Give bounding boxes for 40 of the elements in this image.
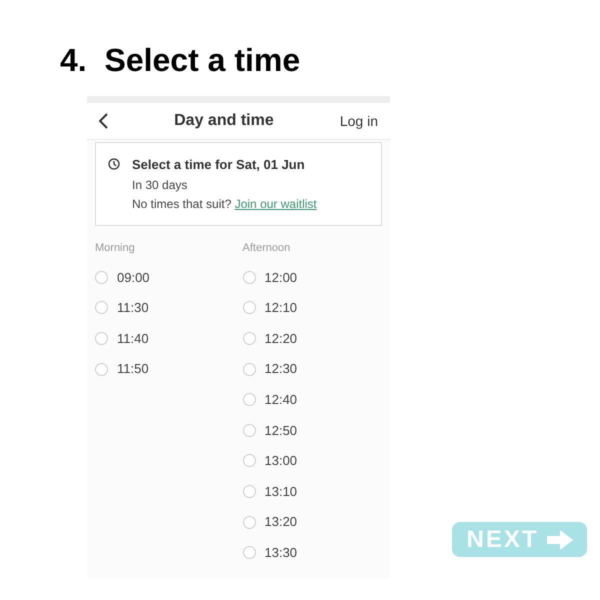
radio-button[interactable] bbox=[95, 362, 108, 376]
time-label: 12:40 bbox=[264, 390, 298, 409]
time-label: 12:20 bbox=[264, 330, 298, 348]
time-label: 12:30 bbox=[264, 360, 298, 378]
radio-button[interactable] bbox=[242, 393, 256, 406]
radio-button[interactable] bbox=[242, 332, 256, 345]
time-label: 11:30 bbox=[117, 299, 149, 318]
radio-button[interactable] bbox=[242, 454, 256, 468]
radio-button[interactable] bbox=[242, 424, 256, 437]
clock-icon bbox=[108, 158, 120, 170]
time-label: 11:50 bbox=[117, 360, 149, 378]
page-heading: 4. Select a time bbox=[60, 41, 300, 80]
waitlist-text: No times that suit? Join our waitlist bbox=[132, 196, 317, 212]
time-label: 13:30 bbox=[264, 544, 298, 562]
radio-button[interactable] bbox=[242, 362, 256, 376]
screen-title: Day and time bbox=[173, 111, 275, 131]
info-title: Select a time for Sat, 01 Jun bbox=[132, 156, 306, 174]
info-subtitle: In 30 days bbox=[132, 176, 188, 194]
radio-button[interactable] bbox=[242, 546, 256, 560]
time-label: 13:00 bbox=[264, 452, 298, 470]
time-label: 11:40 bbox=[117, 330, 149, 348]
time-label: 13:10 bbox=[264, 482, 298, 501]
radio-button[interactable] bbox=[242, 484, 256, 498]
login-link[interactable]: Log in bbox=[340, 110, 378, 132]
time-label: 12:50 bbox=[264, 422, 298, 440]
radio-button[interactable] bbox=[95, 270, 108, 284]
column-label: Morning bbox=[95, 240, 136, 256]
back-icon[interactable] bbox=[99, 113, 108, 129]
time-label: 09:00 bbox=[117, 268, 150, 287]
radio-button[interactable] bbox=[95, 332, 108, 345]
time-label: 13:20 bbox=[264, 513, 298, 532]
radio-button[interactable] bbox=[242, 270, 256, 284]
waitlist-link[interactable]: Join our waitlist bbox=[234, 196, 317, 210]
radio-button[interactable] bbox=[242, 516, 256, 529]
radio-button[interactable] bbox=[242, 301, 256, 314]
time-label: 12:10 bbox=[264, 299, 298, 318]
time-label: 12:00 bbox=[264, 268, 298, 287]
column-label: Afternoon bbox=[242, 240, 292, 256]
arrow-icon bbox=[546, 530, 572, 550]
radio-button[interactable] bbox=[95, 301, 108, 314]
